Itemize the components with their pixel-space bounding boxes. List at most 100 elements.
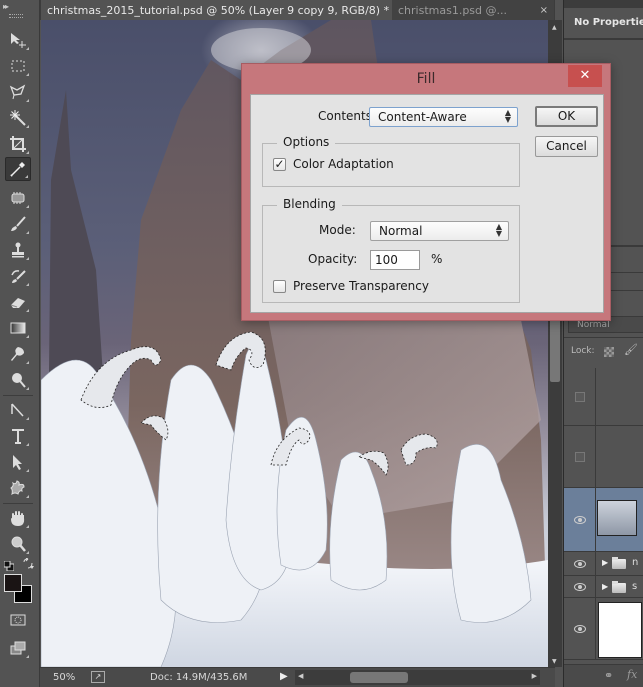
eye-icon	[573, 515, 586, 524]
dodge-icon	[12, 373, 26, 388]
brush-icon	[11, 216, 26, 231]
visibility-toggle[interactable]	[564, 426, 596, 487]
opacity-input[interactable]: 100	[370, 250, 420, 270]
collapse-toolbar-icon[interactable]: ▸▸	[3, 2, 9, 11]
spot-healing-tool[interactable]	[5, 186, 31, 210]
dialog-title: Fill	[416, 71, 436, 87]
close-tab-icon[interactable]: ×	[532, 5, 548, 16]
select-arrows-icon: ▲ ▼	[504, 108, 511, 124]
status-menu-arrow[interactable]: ▶	[280, 671, 288, 682]
blending-group: Blending Mode: Normal ▲ ▼ Opacity: 100 % …	[262, 197, 520, 303]
lock-transparent-pixels-icon[interactable]	[604, 347, 614, 357]
hand-tool[interactable]	[5, 506, 31, 530]
document-tab-inactive[interactable]: christmas1.psd @... ×	[392, 0, 554, 20]
foreground-color-swatch[interactable]	[4, 574, 22, 592]
default-colors-icon[interactable]	[3, 556, 15, 572]
history-brush-icon	[11, 270, 26, 283]
magic-wand-tool[interactable]	[5, 106, 31, 130]
panel-divider	[564, 337, 643, 338]
ok-button[interactable]: OK	[535, 106, 598, 127]
status-bar: 50% ↗ Doc: 14.9M/435.6M ▶ ◀ ▶	[40, 667, 555, 687]
eyedropper-icon	[10, 162, 25, 177]
type-tool[interactable]	[5, 424, 31, 448]
cancel-button[interactable]: Cancel	[535, 136, 598, 157]
polygonal-lasso-icon	[9, 84, 26, 100]
lasso-tool[interactable]	[5, 80, 31, 104]
quick-mask-icon	[10, 614, 26, 626]
blur-tool[interactable]	[5, 342, 31, 366]
toolbar-divider	[3, 503, 33, 504]
eye-icon	[573, 582, 586, 591]
zoom-level[interactable]: 50%	[53, 672, 75, 683]
preserve-transparency-checkbox[interactable]	[273, 280, 286, 293]
visibility-toggle[interactable]	[564, 576, 596, 597]
visibility-toggle[interactable]	[564, 552, 596, 575]
dialog-close-button[interactable]: ✕	[568, 65, 602, 87]
options-legend: Options	[277, 135, 336, 149]
history-brush-tool[interactable]	[5, 264, 31, 288]
export-icon[interactable]: ↗	[91, 671, 105, 683]
panel-grip[interactable]	[9, 14, 23, 18]
move-tool[interactable]	[5, 28, 31, 52]
color-adaptation-checkbox[interactable]: ✓	[273, 158, 286, 171]
zoom-tool[interactable]	[5, 532, 31, 556]
document-tab-active[interactable]: christmas_2015_tutorial.psd @ 50% (Layer…	[41, 0, 405, 20]
eraser-tool[interactable]	[5, 290, 31, 314]
layer-group-row[interactable]: ▶ s	[564, 576, 643, 598]
crop-tool[interactable]	[5, 132, 31, 156]
tab-title: christmas1.psd @...	[398, 3, 508, 17]
arrow-icon	[13, 455, 22, 470]
quick-mask-button[interactable]	[5, 608, 31, 632]
healing-brush-icon	[11, 192, 25, 204]
lock-label: Lock:	[571, 346, 595, 356]
magic-wand-icon	[10, 110, 26, 126]
path-selection-tool[interactable]	[5, 450, 31, 474]
dodge-tool[interactable]	[5, 368, 31, 392]
fill-dialog: Fill ✕ Contents: Content-Aware ▲ ▼ OK Can…	[241, 63, 611, 321]
screen-mode-icon	[10, 641, 26, 655]
tab-title: christmas_2015_tutorial.psd @ 50% (Layer…	[47, 3, 390, 17]
dialog-body: Contents: Content-Aware ▲ ▼ OK Cancel Opt…	[250, 94, 604, 313]
layer-row[interactable]	[564, 426, 643, 488]
pen-tool[interactable]	[5, 398, 31, 422]
clone-stamp-tool[interactable]	[5, 238, 31, 262]
lock-image-pixels-icon[interactable]: 🖌	[624, 343, 638, 356]
eraser-icon	[10, 298, 25, 308]
layers-panel-footer: ⚭ fx	[564, 664, 643, 687]
layer-style-fx-icon[interactable]: fx	[627, 668, 637, 681]
layer-row[interactable]	[564, 368, 643, 426]
gradient-tool[interactable]	[5, 316, 31, 340]
custom-shape-tool[interactable]	[5, 476, 31, 500]
swap-colors-icon[interactable]	[22, 555, 34, 569]
brush-tool[interactable]	[5, 212, 31, 236]
marquee-tool[interactable]	[5, 54, 31, 78]
layer-row-selected[interactable]	[564, 488, 643, 552]
horizontal-scroll-thumb[interactable]	[350, 672, 408, 683]
expand-group-icon[interactable]: ▶	[602, 582, 608, 591]
hidden-visibility-box	[574, 391, 585, 402]
group-name: s	[632, 581, 638, 592]
mode-select[interactable]: Normal ▲ ▼	[370, 221, 509, 241]
visibility-toggle[interactable]	[564, 368, 596, 425]
visibility-toggle[interactable]	[564, 598, 596, 659]
color-adaptation-label[interactable]: Color Adaptation	[293, 157, 394, 171]
link-layers-icon[interactable]: ⚭	[604, 669, 613, 682]
document-size: Doc: 14.9M/435.6M	[150, 672, 248, 683]
document-tab-bar: christmas_2015_tutorial.psd @ 50% (Layer…	[40, 0, 555, 20]
eyedropper-tool[interactable]	[5, 157, 31, 181]
horizontal-scrollbar[interactable]: ◀ ▶	[295, 670, 540, 685]
expand-group-icon[interactable]: ▶	[602, 558, 608, 567]
scroll-down-arrow[interactable]: ▼	[552, 658, 557, 665]
visibility-toggle[interactable]	[564, 488, 596, 551]
layer-row[interactable]	[564, 598, 643, 660]
move-icon	[11, 33, 26, 48]
preserve-transparency-label[interactable]: Preserve Transparency	[293, 279, 429, 293]
scroll-left-arrow[interactable]: ◀	[298, 672, 303, 680]
contents-select[interactable]: Content-Aware ▲ ▼	[369, 107, 518, 127]
screen-mode-button[interactable]	[5, 636, 31, 660]
properties-tab[interactable]	[564, 0, 643, 8]
scroll-right-arrow[interactable]: ▶	[532, 672, 537, 680]
scroll-up-arrow[interactable]: ▲	[552, 24, 557, 31]
stamp-icon	[12, 242, 24, 258]
layer-group-row[interactable]: ▶ n	[564, 552, 643, 576]
